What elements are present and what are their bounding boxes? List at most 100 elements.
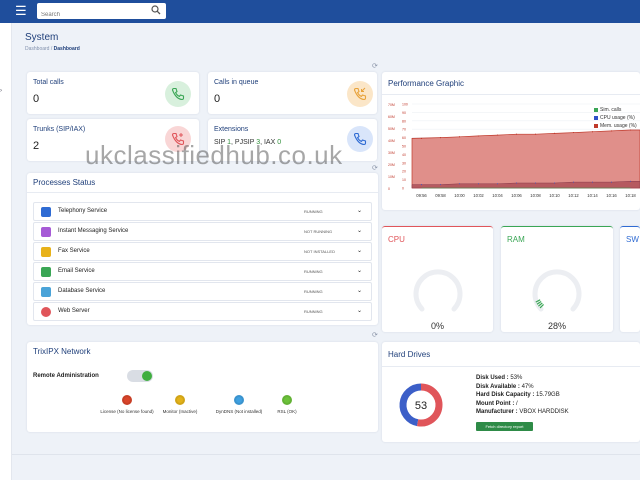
left-axis-tick: 10M bbox=[388, 175, 395, 179]
cpu-usage-point bbox=[535, 182, 536, 184]
chevron-down-icon[interactable]: ⌄ bbox=[357, 227, 362, 234]
left-axis-tick: 0 bbox=[388, 187, 390, 191]
capacity-label: Hard Disk Capacity : bbox=[476, 392, 535, 398]
iax-count: 0 bbox=[277, 139, 282, 146]
mem-usage-point bbox=[629, 129, 632, 131]
legend-label: Mem. usage (%) bbox=[600, 123, 637, 129]
service-row[interactable]: Telephony Service RUNNING ⌄ bbox=[33, 202, 372, 221]
search-box[interactable] bbox=[37, 3, 166, 22]
magnifier-icon[interactable] bbox=[151, 5, 161, 15]
hamburger-icon[interactable]: ☰ bbox=[15, 4, 27, 18]
chevron-down-icon[interactable]: ⌄ bbox=[357, 247, 362, 254]
left-axis-tick: 40M bbox=[388, 139, 395, 143]
chevron-down-icon[interactable]: ⌄ bbox=[357, 207, 362, 214]
cpu-usage-point bbox=[611, 181, 612, 183]
sidebar: › bbox=[0, 23, 12, 480]
phone-icon bbox=[165, 81, 191, 107]
breadcrumb-link-dashboard[interactable]: Dashboard bbox=[25, 46, 49, 52]
phone-add-icon bbox=[165, 126, 191, 152]
cpu-usage-point bbox=[516, 182, 517, 184]
legend-item[interactable]: Sim. calls bbox=[594, 107, 621, 113]
refresh-icon[interactable]: ⟳ bbox=[372, 164, 378, 172]
chevron-down-icon[interactable]: ⌄ bbox=[357, 307, 362, 314]
disk-info: Disk Used : 53% Disk Available : 47% Har… bbox=[476, 374, 569, 417]
service-name: Instant Messaging Service bbox=[58, 228, 129, 234]
remote-admin-toggle[interactable] bbox=[127, 370, 153, 382]
toggle-knob bbox=[142, 371, 152, 381]
service-name: Database Service bbox=[58, 288, 106, 294]
trunks-card: Trunks (SIP/IAX) 2 bbox=[27, 119, 199, 161]
right-axis-tick: 60 bbox=[402, 136, 406, 140]
service-row[interactable]: Database Service RUNNING ⌄ bbox=[33, 282, 372, 301]
total-calls-label: Total calls bbox=[33, 79, 64, 86]
cpu-usage-point bbox=[573, 181, 574, 183]
pjsip-label: PJSIP bbox=[234, 139, 255, 146]
service-status: RUNNING bbox=[304, 209, 323, 214]
legend-swatch bbox=[594, 115, 598, 120]
status-dot bbox=[175, 395, 185, 405]
right-axis-tick: 90 bbox=[402, 111, 406, 115]
left-axis-tick: 50M bbox=[388, 127, 395, 131]
divider bbox=[382, 94, 640, 95]
capacity-value: 15.79GB bbox=[536, 392, 560, 398]
left-axis-tick: 30M bbox=[388, 151, 395, 155]
fetch-directory-report-button[interactable]: Fetch directory report bbox=[476, 422, 533, 431]
x-axis-tick: 10:00 bbox=[454, 193, 465, 198]
divider bbox=[382, 366, 640, 367]
cpu-usage-point bbox=[478, 183, 479, 185]
phone-icon bbox=[347, 126, 373, 152]
ram-gauge bbox=[532, 269, 582, 312]
mem-usage-point bbox=[458, 136, 461, 138]
legend-swatch bbox=[594, 123, 598, 128]
trunks-label: Trunks (SIP/IAX) bbox=[33, 126, 86, 133]
x-axis-tick: 10:12 bbox=[568, 193, 579, 198]
breadcrumb-separator: / bbox=[50, 46, 53, 52]
phone-incoming-icon bbox=[347, 81, 373, 107]
mem-usage-area bbox=[411, 129, 640, 189]
pjsip-count: 3 bbox=[256, 139, 261, 146]
mem-usage-point bbox=[439, 137, 442, 139]
x-axis-tick: 09:56 bbox=[416, 193, 427, 198]
mem-usage-point bbox=[534, 133, 537, 135]
chevron-down-icon[interactable]: ⌄ bbox=[357, 267, 362, 274]
mem-usage-point bbox=[591, 131, 594, 133]
page-title: System bbox=[25, 32, 59, 43]
cpu-usage-point bbox=[592, 181, 593, 183]
legend-item[interactable]: Mem. usage (%) bbox=[594, 123, 637, 129]
right-axis-tick: 100 bbox=[402, 103, 408, 107]
extensions-counts: SIP 1, PJSIP 3, IAX 0 bbox=[214, 139, 282, 146]
left-axis-tick: 60M bbox=[388, 115, 395, 119]
cpu-usage-point bbox=[421, 184, 422, 186]
database-icon bbox=[41, 287, 51, 297]
service-name: Fax Service bbox=[58, 248, 90, 254]
service-name: Web Server bbox=[58, 308, 90, 314]
search-input[interactable] bbox=[41, 8, 146, 22]
service-row[interactable]: Fax Service NOT INSTALLED ⌄ bbox=[33, 242, 372, 261]
status-dot bbox=[122, 395, 132, 405]
mem-usage-point bbox=[477, 135, 480, 137]
trunks-value: 2 bbox=[33, 140, 40, 152]
legend-label: CPU usage (%) bbox=[600, 115, 635, 121]
ram-card: RAM 28% bbox=[501, 226, 613, 332]
right-axis-tick: 70 bbox=[402, 128, 406, 132]
top-bar: ☰ bbox=[0, 0, 640, 23]
calls-in-queue-label: Calls in queue bbox=[214, 79, 259, 86]
chevron-down-icon[interactable]: ⌄ bbox=[357, 287, 362, 294]
service-row[interactable]: Instant Messaging Service NOT RUNNING ⌄ bbox=[33, 222, 372, 241]
cpu-usage-point bbox=[554, 182, 555, 184]
service-row[interactable]: Web Server RUNNING ⌄ bbox=[33, 302, 372, 321]
sip-label: SIP bbox=[214, 139, 226, 146]
legend-item[interactable]: CPU usage (%) bbox=[594, 115, 635, 121]
service-row[interactable]: Email Service RUNNING ⌄ bbox=[33, 262, 372, 281]
sidebar-arrow-icon[interactable]: › bbox=[0, 88, 2, 94]
total-calls-value: 0 bbox=[33, 93, 40, 105]
extensions-label: Extensions bbox=[214, 126, 249, 133]
right-axis-tick: 10 bbox=[402, 178, 406, 182]
service-status: RUNNING bbox=[304, 269, 323, 274]
divider bbox=[27, 192, 378, 193]
footer-divider bbox=[12, 454, 640, 455]
service-name: Telephony Service bbox=[58, 208, 108, 214]
refresh-icon[interactable]: ⟳ bbox=[372, 331, 378, 339]
refresh-icon[interactable]: ⟳ bbox=[372, 62, 378, 70]
hard-drives-title: Hard Drives bbox=[388, 350, 431, 359]
